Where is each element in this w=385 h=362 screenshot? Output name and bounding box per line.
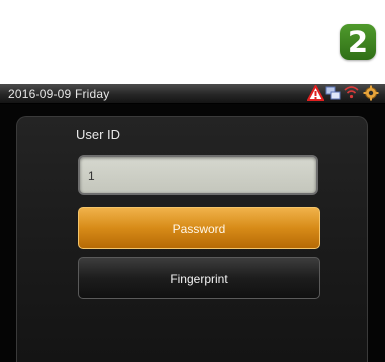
user-id-label: User ID [76,127,121,142]
status-bar: 2016-09-09 Friday [0,84,385,104]
status-date: 2016-09-09 [8,87,72,101]
password-button[interactable]: Password [78,207,320,249]
fingerprint-button[interactable]: Fingerprint [78,257,320,299]
gear-icon [363,85,379,101]
network-icon [325,86,341,100]
step-number-badge: 2 [340,24,376,60]
wifi-icon [344,86,359,99]
status-date-time: 2016-09-09 Friday [8,87,109,101]
status-weekday: Friday [74,87,110,101]
alert-triangle-icon [307,85,324,101]
user-id-input[interactable]: 1 [78,155,318,195]
